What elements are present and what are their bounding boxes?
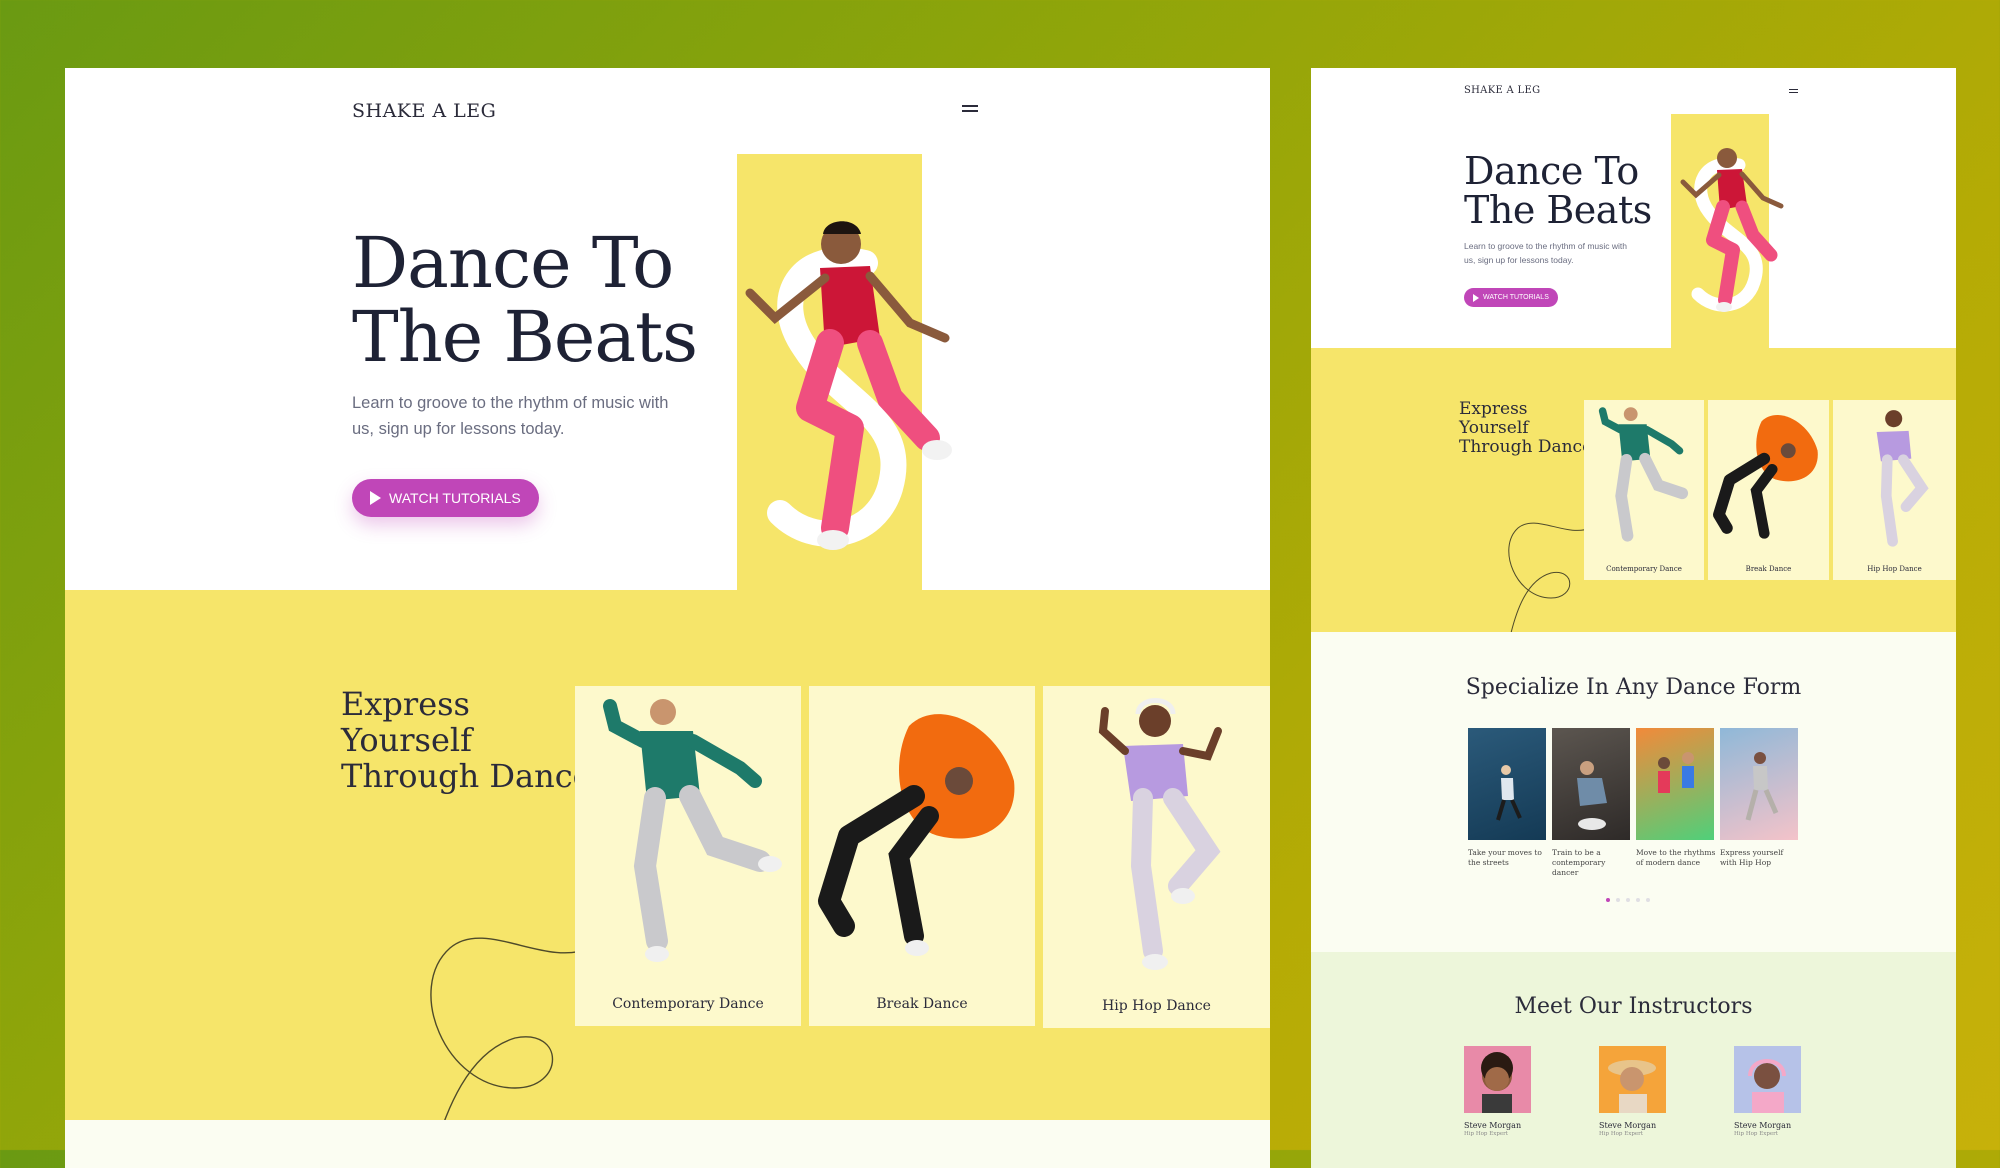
dance-form-caption: Train to be a contemporary dancer (1552, 848, 1606, 877)
instructor-role: Hip Hop Expert (1734, 1131, 1778, 1137)
hero-title-line-1: Dance To (1464, 149, 1639, 193)
carousel-dots (1606, 898, 1650, 902)
express-heading-line-1: Express (1459, 399, 1528, 419)
carousel-dot[interactable] (1606, 898, 1610, 902)
dance-form-caption: Move to the rhythms of modern dance (1636, 848, 1716, 867)
decorative-squiggle (1508, 522, 1592, 633)
express-heading-line-3: Through Dance (1459, 437, 1593, 457)
break-dancer-image (1713, 415, 1818, 539)
dance-card-hiphop[interactable]: Hip Hop Dance (1833, 400, 1956, 580)
site-logo[interactable]: SHAKE A LEG (352, 100, 496, 122)
express-heading: Express Yourself Through Dance (341, 686, 592, 794)
dance-card-contemporary[interactable]: Contemporary Dance (575, 686, 801, 1026)
hamburger-icon[interactable] (962, 102, 978, 114)
street-dancer-image (1496, 765, 1522, 821)
next-section-preview (65, 1120, 1270, 1168)
instructor-card[interactable]: Steve Morgan Hip Hop Expert (1599, 1046, 1669, 1137)
dance-card-break[interactable]: Break Dance (1708, 400, 1829, 580)
contemporary-dancer-image (603, 699, 782, 962)
hero-dancer-image (1680, 148, 1784, 312)
instructor-role: Hip Hop Expert (1599, 1131, 1643, 1137)
hiphop-dancer-image (1876, 410, 1929, 547)
instructor-photo (1464, 1046, 1531, 1113)
express-heading-line-2: Yourself (1459, 418, 1529, 438)
hamburger-icon[interactable] (1789, 87, 1798, 94)
dance-card-label: Contemporary Dance (1606, 565, 1682, 573)
dance-form-card-street[interactable] (1468, 728, 1546, 840)
hero-dancer-image (745, 221, 952, 550)
dance-form-caption: Take your moves to the streets (1468, 848, 1542, 867)
dance-card-hiphop[interactable]: Hip Hop Dance (1043, 686, 1270, 1028)
dance-card-label: Hip Hop Dance (1867, 565, 1922, 573)
dance-form-card-hiphop[interactable] (1720, 728, 1798, 840)
contemporary-dancer-image (1577, 761, 1607, 830)
hero-description: Learn to groove to the rhythm of music w… (1464, 241, 1627, 265)
dance-card-label: Break Dance (876, 996, 968, 1012)
contemporary-dancer-image (1598, 407, 1689, 542)
carousel-dot[interactable] (1636, 898, 1640, 902)
hiphop-dancer-image (1098, 698, 1222, 970)
play-icon (1473, 293, 1479, 302)
compact-preview: SHAKE A LEG Dance To The Beats Learn to … (1311, 68, 1956, 1168)
express-heading-line-3: Through Dance (341, 757, 592, 795)
express-heading-line-1: Express (341, 685, 470, 723)
instructor-role: Hip Hop Expert (1464, 1131, 1508, 1137)
instructor-name: Steve Morgan (1464, 1121, 1522, 1130)
instructor-photo (1734, 1046, 1801, 1113)
carousel-dot[interactable] (1616, 898, 1620, 902)
watch-tutorials-button[interactable]: WATCH TUTORIALS (1464, 288, 1558, 307)
instructors-heading: Meet Our Instructors (1514, 994, 1753, 1019)
hero-title: Dance To The Beats (352, 226, 698, 374)
dance-card-label: Hip Hop Dance (1102, 998, 1211, 1014)
specialize-heading: Specialize In Any Dance Form (1465, 675, 1802, 700)
hero-title-line-2: The Beats (352, 296, 698, 378)
hero-title-line-1: Dance To (352, 222, 674, 304)
dance-form-card-modern[interactable] (1636, 728, 1714, 840)
carousel-dot[interactable] (1646, 898, 1650, 902)
site-logo[interactable]: SHAKE A LEG (1464, 85, 1540, 96)
dance-card-contemporary[interactable]: Contemporary Dance (1584, 400, 1704, 580)
play-icon (370, 491, 381, 505)
instructor-name: Steve Morgan (1599, 1121, 1657, 1130)
instructor-card[interactable]: Steve Morgan Hip Hop Expert (1464, 1046, 1534, 1137)
desktop-preview: SHAKE A LEG Dance To The Beats Learn to … (65, 68, 1270, 1168)
hiphop-dancer-image (1745, 752, 1779, 821)
instructor-card[interactable]: Steve Morgan Hip Hop Expert (1734, 1046, 1804, 1137)
hero-description: Learn to groove to the rhythm of music w… (352, 394, 669, 438)
modern-dancers-image (1658, 752, 1694, 793)
express-heading-line-2: Yourself (341, 721, 472, 759)
instructor-photo (1599, 1046, 1666, 1113)
watch-tutorials-label: WATCH TUTORIALS (389, 490, 521, 506)
dance-card-break[interactable]: Break Dance (809, 686, 1035, 1026)
carousel-dot[interactable] (1626, 898, 1630, 902)
dance-form-card-contemporary[interactable] (1552, 728, 1630, 840)
hero-title: Dance To The Beats (1464, 152, 1652, 230)
dance-card-label: Break Dance (1745, 565, 1792, 573)
dance-card-label: Contemporary Dance (612, 996, 764, 1012)
dance-form-caption: Express yourself with Hip Hop (1720, 848, 1784, 867)
instructor-name: Steve Morgan (1734, 1121, 1792, 1130)
watch-tutorials-button[interactable]: WATCH TUTORIALS (352, 479, 539, 517)
express-heading: Express Yourself Through Dance (1459, 400, 1592, 457)
break-dancer-image (818, 714, 1015, 956)
watch-tutorials-label: WATCH TUTORIALS (1483, 294, 1549, 301)
hero-title-line-2: The Beats (1464, 188, 1652, 232)
